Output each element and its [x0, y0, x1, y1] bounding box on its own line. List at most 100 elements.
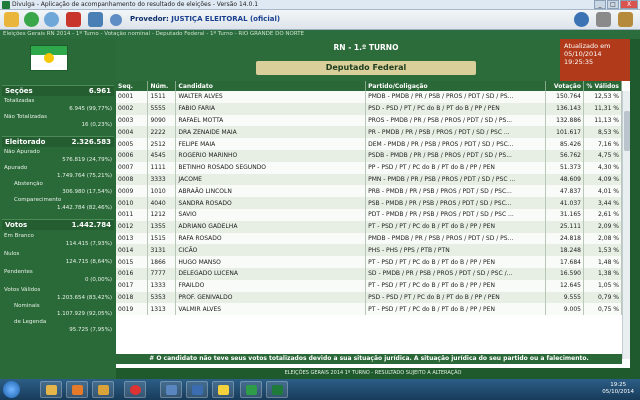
candidate-name-cell: FELIPE MAIA: [175, 138, 367, 150]
taskbar-app4[interactable]: [240, 381, 262, 398]
globe-icon[interactable]: [44, 12, 59, 27]
refresh-icon[interactable]: [24, 12, 39, 27]
col-validos[interactable]: % Válidos: [583, 81, 623, 91]
state-flag-box: [0, 39, 116, 84]
votes-cell: 51.373: [545, 161, 584, 174]
percent-cell: 2,61 %: [583, 208, 623, 221]
table-scrollbar[interactable]: [622, 91, 630, 359]
taskbar-app3[interactable]: [212, 381, 234, 398]
pdf-icon[interactable]: [66, 12, 81, 27]
taskbar-chrome[interactable]: [124, 381, 146, 398]
table-row[interactable]: 0009 1010 ABRAÃO LINCOLN PRB - PMDB / PR / …: [116, 185, 623, 198]
num-cell: 3333: [147, 173, 177, 186]
num-cell: 5353: [147, 291, 177, 304]
table-row[interactable]: 0004 2222 DRA ZENAIDE MAIA PR - PMDB / PR /…: [116, 126, 623, 139]
nao-apurado-label: Não Apurado: [4, 149, 40, 155]
nulos-label: Nulos: [4, 251, 20, 257]
table-row[interactable]: 0017 1333 FRAILDO PT - PSD / PT / PC do B /…: [116, 279, 623, 292]
col-candidato[interactable]: Candidato: [175, 81, 367, 91]
window-title-bar: Divulga - Aplicação de acompanhamento do…: [0, 0, 640, 10]
scrollbar-thumb[interactable]: [624, 111, 630, 151]
party-cell: PT - PSD / PT / PC do B / PT do B / PP /…: [365, 303, 547, 316]
table-row[interactable]: 0010 4040 SANDRA ROSADO PSB - PMDB / PR / P…: [116, 197, 623, 209]
taskbar-explorer[interactable]: [40, 381, 62, 398]
eleitorado-header: Eleitorado 2.326.583: [2, 136, 114, 147]
table-row[interactable]: 0011 1212 SAVIO PDT - PMDB / PR / PSB / PRO…: [116, 208, 623, 221]
num-cell: 9090: [147, 114, 177, 127]
maximize-button[interactable]: □: [607, 0, 619, 9]
col-seq[interactable]: Seq.: [116, 81, 149, 91]
party-cell: PT - PSD / PT / PC do B / PT do B / PP /…: [365, 279, 547, 292]
party-cell: PSD - PSD / PT / PC do B / PT do B / PP …: [365, 291, 547, 304]
table-row[interactable]: 0016 7777 DELEGADO LUCENA SD - PMDB / PR / …: [116, 267, 623, 280]
candidate-name-cell: HUGO MANSO: [175, 256, 367, 268]
start-button[interactable]: [3, 381, 20, 398]
taskbar-clock[interactable]: 19:25 05/10/2014: [602, 382, 634, 396]
col-partido[interactable]: Partido/Coligação: [365, 81, 547, 91]
seq-cell: 0019: [116, 303, 149, 316]
votes-cell: 17.684: [545, 256, 584, 268]
exit-icon[interactable]: [618, 12, 633, 27]
table-row[interactable]: 0002 5555 FABIO FARIA PSD - PSD / PT / PC d…: [116, 102, 623, 115]
table-row[interactable]: 0014 3131 CICÃO PHS - PHS / PPS / PTB / PTN…: [116, 244, 623, 257]
table-row[interactable]: 0018 5353 PROF. GENIVALDO PSD - PSD / PT / …: [116, 291, 623, 304]
party-cell: PDT - PMDB / PR / PSB / PROS / PDT / SD …: [365, 208, 547, 221]
votes-cell: 101.617: [545, 126, 584, 139]
comparecimento-label: Comparecimento: [14, 197, 62, 203]
taskbar-app[interactable]: [160, 381, 182, 398]
table-row[interactable]: 0001 1511 WALTER ALVES PMDB - PMDB / PR / P…: [116, 91, 623, 103]
table-row[interactable]: 0007 1111 BETINHO ROSADO SEGUNDO PP - PSD /…: [116, 161, 623, 174]
percent-cell: 4,09 %: [583, 173, 623, 186]
seq-cell: 0016: [116, 267, 149, 280]
col-votacao[interactable]: Votação: [545, 81, 584, 91]
clock-date: 05/10/2014: [602, 389, 634, 395]
folder-icon[interactable]: [4, 12, 19, 27]
taskbar-media[interactable]: [66, 381, 88, 398]
taskbar-divulga[interactable]: [266, 381, 288, 398]
table-row[interactable]: 0005 2512 FELIPE MAIA DEM - PMDB / PR / PSB…: [116, 138, 623, 150]
footer-disclaimer: ELEIÇÕES GERAIS 2014 1º TURNO - RESULTAD…: [116, 368, 630, 379]
num-cell: 7777: [147, 267, 177, 280]
num-cell: 1511: [147, 91, 177, 103]
candidate-name-cell: FABIO FARIA: [175, 102, 367, 115]
party-cell: SD - PMDB / PR / PSB / PROS / PDT / SD /…: [365, 267, 547, 280]
num-cell: 1313: [147, 303, 177, 316]
candidate-name-cell: WALTER ALVES: [175, 91, 367, 103]
search-icon[interactable]: [110, 14, 122, 26]
state-turno-title: RN - 1.º TURNO: [333, 43, 399, 52]
seq-cell: 0003: [116, 114, 149, 127]
candidate-name-cell: CICÃO: [175, 244, 367, 257]
seq-cell: 0014: [116, 244, 149, 257]
table-row[interactable]: 0013 1515 RAFA ROSADO PMDB - PMDB / PR / PS…: [116, 232, 623, 245]
update-time: 19:25:35: [564, 58, 594, 66]
pendentes-label: Pendentes: [4, 269, 33, 275]
table-row[interactable]: 0015 1866 HUGO MANSO PT - PSD / PT / PC do …: [116, 256, 623, 268]
seq-cell: 0005: [116, 138, 149, 150]
table-row[interactable]: 0006 4545 ROGERIO MARINHO PSDB - PMDB / PR …: [116, 149, 623, 162]
table-row[interactable]: 0019 1313 VALMIR ALVES PT - PSD / PT / PC d…: [116, 303, 623, 316]
monitor-icon[interactable]: [88, 12, 103, 27]
percent-cell: 11,13 %: [583, 114, 623, 127]
summary-sidebar: Seções 6.961 Totalizadas 6.945 (99,77%) …: [0, 39, 116, 379]
num-cell: 1212: [147, 208, 177, 221]
info-icon[interactable]: [574, 12, 589, 27]
close-button[interactable]: X: [620, 0, 638, 9]
num-cell: 1111: [147, 161, 177, 174]
seq-cell: 0008: [116, 173, 149, 186]
windows-taskbar: 19:25 05/10/2014: [0, 379, 640, 400]
update-date: 05/10/2014: [564, 50, 602, 58]
seq-cell: 0007: [116, 161, 149, 174]
taskbar-folder[interactable]: [92, 381, 114, 398]
table-row[interactable]: 0003 9090 RAFAEL MOTTA PROS - PMDB / PR / P…: [116, 114, 623, 127]
taskbar-app2[interactable]: [186, 381, 208, 398]
votes-cell: 85.426: [545, 138, 584, 150]
percent-cell: 1,05 %: [583, 279, 623, 292]
table-row[interactable]: 0012 1355 ADRIANO GADELHA PT - PSD / PT / P…: [116, 220, 623, 233]
tools-icon[interactable]: [596, 12, 611, 27]
table-row[interactable]: 0008 3333 JACOME PMN - PMDB / PR / PSB / PR…: [116, 173, 623, 186]
secoes-totalizadas: Totalizadas: [4, 98, 35, 104]
minimize-button[interactable]: _: [594, 0, 606, 9]
percent-cell: 1,53 %: [583, 244, 623, 257]
col-num[interactable]: Núm.: [147, 81, 177, 91]
candidate-name-cell: ABRAÃO LINCOLN: [175, 185, 367, 198]
